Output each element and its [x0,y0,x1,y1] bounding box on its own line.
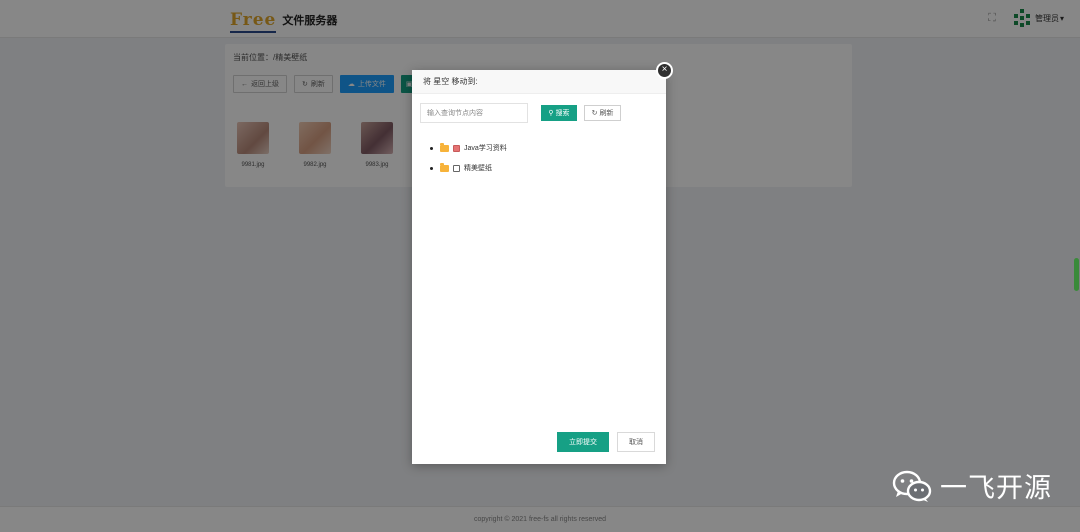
wechat-icon [892,470,932,502]
search-icon: ⚲ [548,110,554,117]
tree-checkbox[interactable] [453,144,460,152]
search-label: 搜索 [555,110,570,117]
tree-node[interactable]: 精美壁纸 [430,158,507,178]
tree-node-label: Java学习资料 [464,145,507,152]
close-icon[interactable]: × [656,62,673,79]
watermark: 一飞开源 [892,466,1052,505]
search-button[interactable]: ⚲ 搜索 [541,105,577,121]
folder-tree: Java学习资料 精美壁纸 [430,138,507,178]
tree-checkbox[interactable] [453,164,460,172]
tree-node-label: 精美壁纸 [464,165,492,172]
dialog-title: 将 星空 移动到: [412,70,666,94]
submit-button[interactable]: 立即提交 [557,432,609,452]
bullet-icon [430,166,433,170]
folder-icon [440,142,449,152]
folder-icon [440,162,449,172]
cancel-button[interactable]: 取消 [617,432,655,452]
bullet-icon [430,146,433,150]
tree-refresh-button[interactable]: ↻ 刷新 [584,105,621,121]
search-input[interactable] [420,103,528,123]
refresh-label: 刷新 [599,110,614,117]
scrollbar-thumb[interactable] [1074,258,1079,291]
move-dialog: 将 星空 移动到: × ⚲ 搜索 ↻ 刷新 Java学习资料 精美壁纸 立即提交… [412,62,673,464]
tree-node[interactable]: Java学习资料 [430,138,507,158]
watermark-text: 一飞开源 [940,473,1052,503]
refresh-icon: ↻ [591,110,598,117]
